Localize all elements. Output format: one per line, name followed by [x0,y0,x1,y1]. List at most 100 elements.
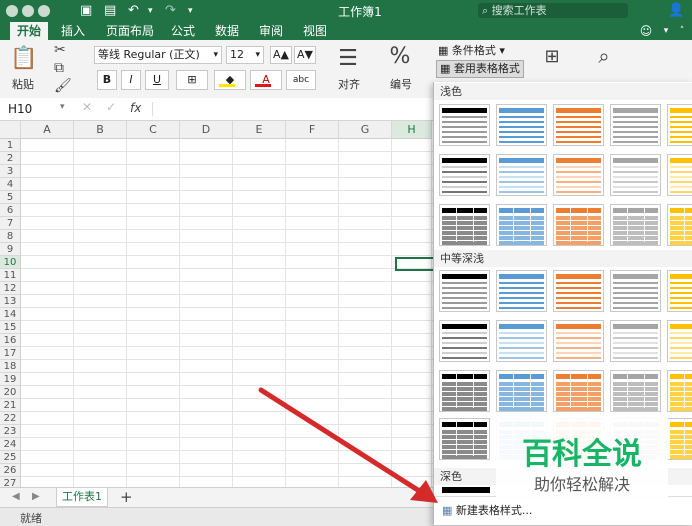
row-header-1[interactable]: 1 [0,139,21,152]
row-header-22[interactable]: 22 [0,412,21,425]
borders-button[interactable]: ⊞ [176,70,208,90]
table-style-tile[interactable] [496,204,547,246]
table-style-tile[interactable] [439,418,490,460]
table-style-tile[interactable] [496,270,547,312]
table-style-tile[interactable] [439,204,490,246]
table-style-tile[interactable] [667,104,692,146]
selected-cell-h10[interactable] [395,257,433,271]
font-name-select[interactable]: 等线 Regular (正文) ▾ [94,46,222,64]
table-style-tile[interactable] [439,370,490,412]
table-style-tile[interactable] [496,370,547,412]
tab-data[interactable]: 数据 [210,22,244,40]
column-header-d[interactable]: D [180,121,233,139]
italic-button[interactable]: I [121,70,141,90]
tab-formulas[interactable]: 公式 [166,22,200,40]
more-icon[interactable]: ▾ [188,3,193,19]
shrink-font-button[interactable]: A▼ [294,46,316,64]
table-style-tile[interactable] [667,418,692,460]
row-header-11[interactable]: 11 [0,269,21,282]
chevron-down-icon[interactable]: ▾ [660,22,672,40]
align-icon[interactable]: ☰ [336,46,360,71]
table-style-tile[interactable] [439,154,490,196]
row-header-27[interactable]: 27 [0,477,21,487]
new-table-style-item[interactable]: ▦ 新建表格样式... [442,502,682,520]
table-style-tile[interactable] [496,104,547,146]
row-header-4[interactable]: 4 [0,178,21,191]
table-style-tile[interactable] [610,204,661,246]
name-box[interactable]: H10 [8,102,32,116]
table-style-tile[interactable] [667,270,692,312]
column-header-b[interactable]: B [74,121,127,139]
number-format-icon[interactable]: % [388,44,412,69]
sheet-tab-active[interactable]: 工作表1 [56,488,108,507]
grow-font-button[interactable]: A▲ [270,46,292,64]
tab-review[interactable]: 审阅 [254,22,288,40]
font-size-select[interactable]: 12 ▾ [226,46,264,64]
save-icon[interactable]: ▤ [104,3,116,19]
row-header-5[interactable]: 5 [0,191,21,204]
cells-icon[interactable]: ⊞ [540,46,564,67]
row-header-24[interactable]: 24 [0,438,21,451]
tab-home[interactable]: 开始 [10,22,48,40]
bold-button[interactable]: B [97,70,117,90]
row-header-20[interactable]: 20 [0,386,21,399]
conditional-format-button[interactable]: ▦ 条件格式 ▾ [438,43,505,59]
collapse-ribbon-icon[interactable]: ˄ [676,22,688,40]
row-header-15[interactable]: 15 [0,321,21,334]
dark-style-tile[interactable] [442,487,490,493]
table-style-tile[interactable] [553,370,604,412]
select-all-corner[interactable] [0,121,21,139]
cancel-icon[interactable]: ✕ [82,100,92,114]
table-style-tile[interactable] [667,204,692,246]
table-style-tile[interactable] [553,204,604,246]
column-header-e[interactable]: E [233,121,286,139]
cut-icon[interactable]: ✂ [54,42,66,58]
redo-icon[interactable]: ↷ [165,3,176,19]
table-style-tile[interactable] [439,320,490,362]
table-style-tile[interactable] [553,270,604,312]
table-style-tile[interactable] [667,320,692,362]
undo-icon[interactable]: ↶ [128,3,139,19]
row-header-17[interactable]: 17 [0,347,21,360]
table-style-tile[interactable] [610,270,661,312]
font-color-button[interactable]: A [250,70,282,90]
table-style-tile[interactable] [610,370,661,412]
search-editing-icon[interactable]: ⌕ [592,44,616,68]
column-header-c[interactable]: C [127,121,180,139]
paste-icon[interactable]: 📋 [10,46,37,71]
fill-color-button[interactable]: ◆ [214,70,246,90]
table-style-tile[interactable] [496,320,547,362]
table-style-tile[interactable] [439,270,490,312]
undo-dropdown-icon[interactable]: ▾ [148,3,153,19]
table-style-tile[interactable] [553,104,604,146]
row-header-7[interactable]: 7 [0,217,21,230]
row-header-2[interactable]: 2 [0,152,21,165]
tab-page-layout[interactable]: 页面布局 [102,22,158,40]
phonetic-button[interactable]: abc [286,70,316,90]
row-header-3[interactable]: 3 [0,165,21,178]
row-header-14[interactable]: 14 [0,308,21,321]
add-sheet-button[interactable]: + [120,488,133,506]
row-header-16[interactable]: 16 [0,334,21,347]
search-input[interactable]: ⌕ 搜索工作表 [478,3,628,18]
worksheet-grid[interactable]: ABCDEFGH 1 2 3 4 5 6 7 8 9 10 11 12 13 14 15 16 17 18 19 20… [0,121,433,487]
row-header-25[interactable]: 25 [0,451,21,464]
table-style-tile[interactable] [610,320,661,362]
name-box-dropdown-icon[interactable]: ▾ [60,102,65,112]
copy-icon[interactable]: ⧉ [54,60,64,76]
row-header-23[interactable]: 23 [0,425,21,438]
underline-button[interactable]: U [145,70,169,90]
row-header-9[interactable]: 9 [0,243,21,256]
column-header-f[interactable]: F [286,121,339,139]
formula-input[interactable] [152,102,433,116]
row-header-10[interactable]: 10 [0,256,21,269]
format-painter-icon[interactable]: 🖌 [54,78,72,94]
zoom-window-button[interactable] [38,5,50,17]
tab-insert[interactable]: 插入 [56,22,90,40]
prev-sheet-icon[interactable]: ◀ [12,491,20,502]
table-style-tile[interactable] [553,320,604,362]
table-style-tile[interactable] [610,154,661,196]
minimize-window-button[interactable] [22,5,34,17]
table-style-tile[interactable] [667,154,692,196]
format-as-table-button[interactable]: ▦ 套用表格格式 ▾ [436,60,524,91]
